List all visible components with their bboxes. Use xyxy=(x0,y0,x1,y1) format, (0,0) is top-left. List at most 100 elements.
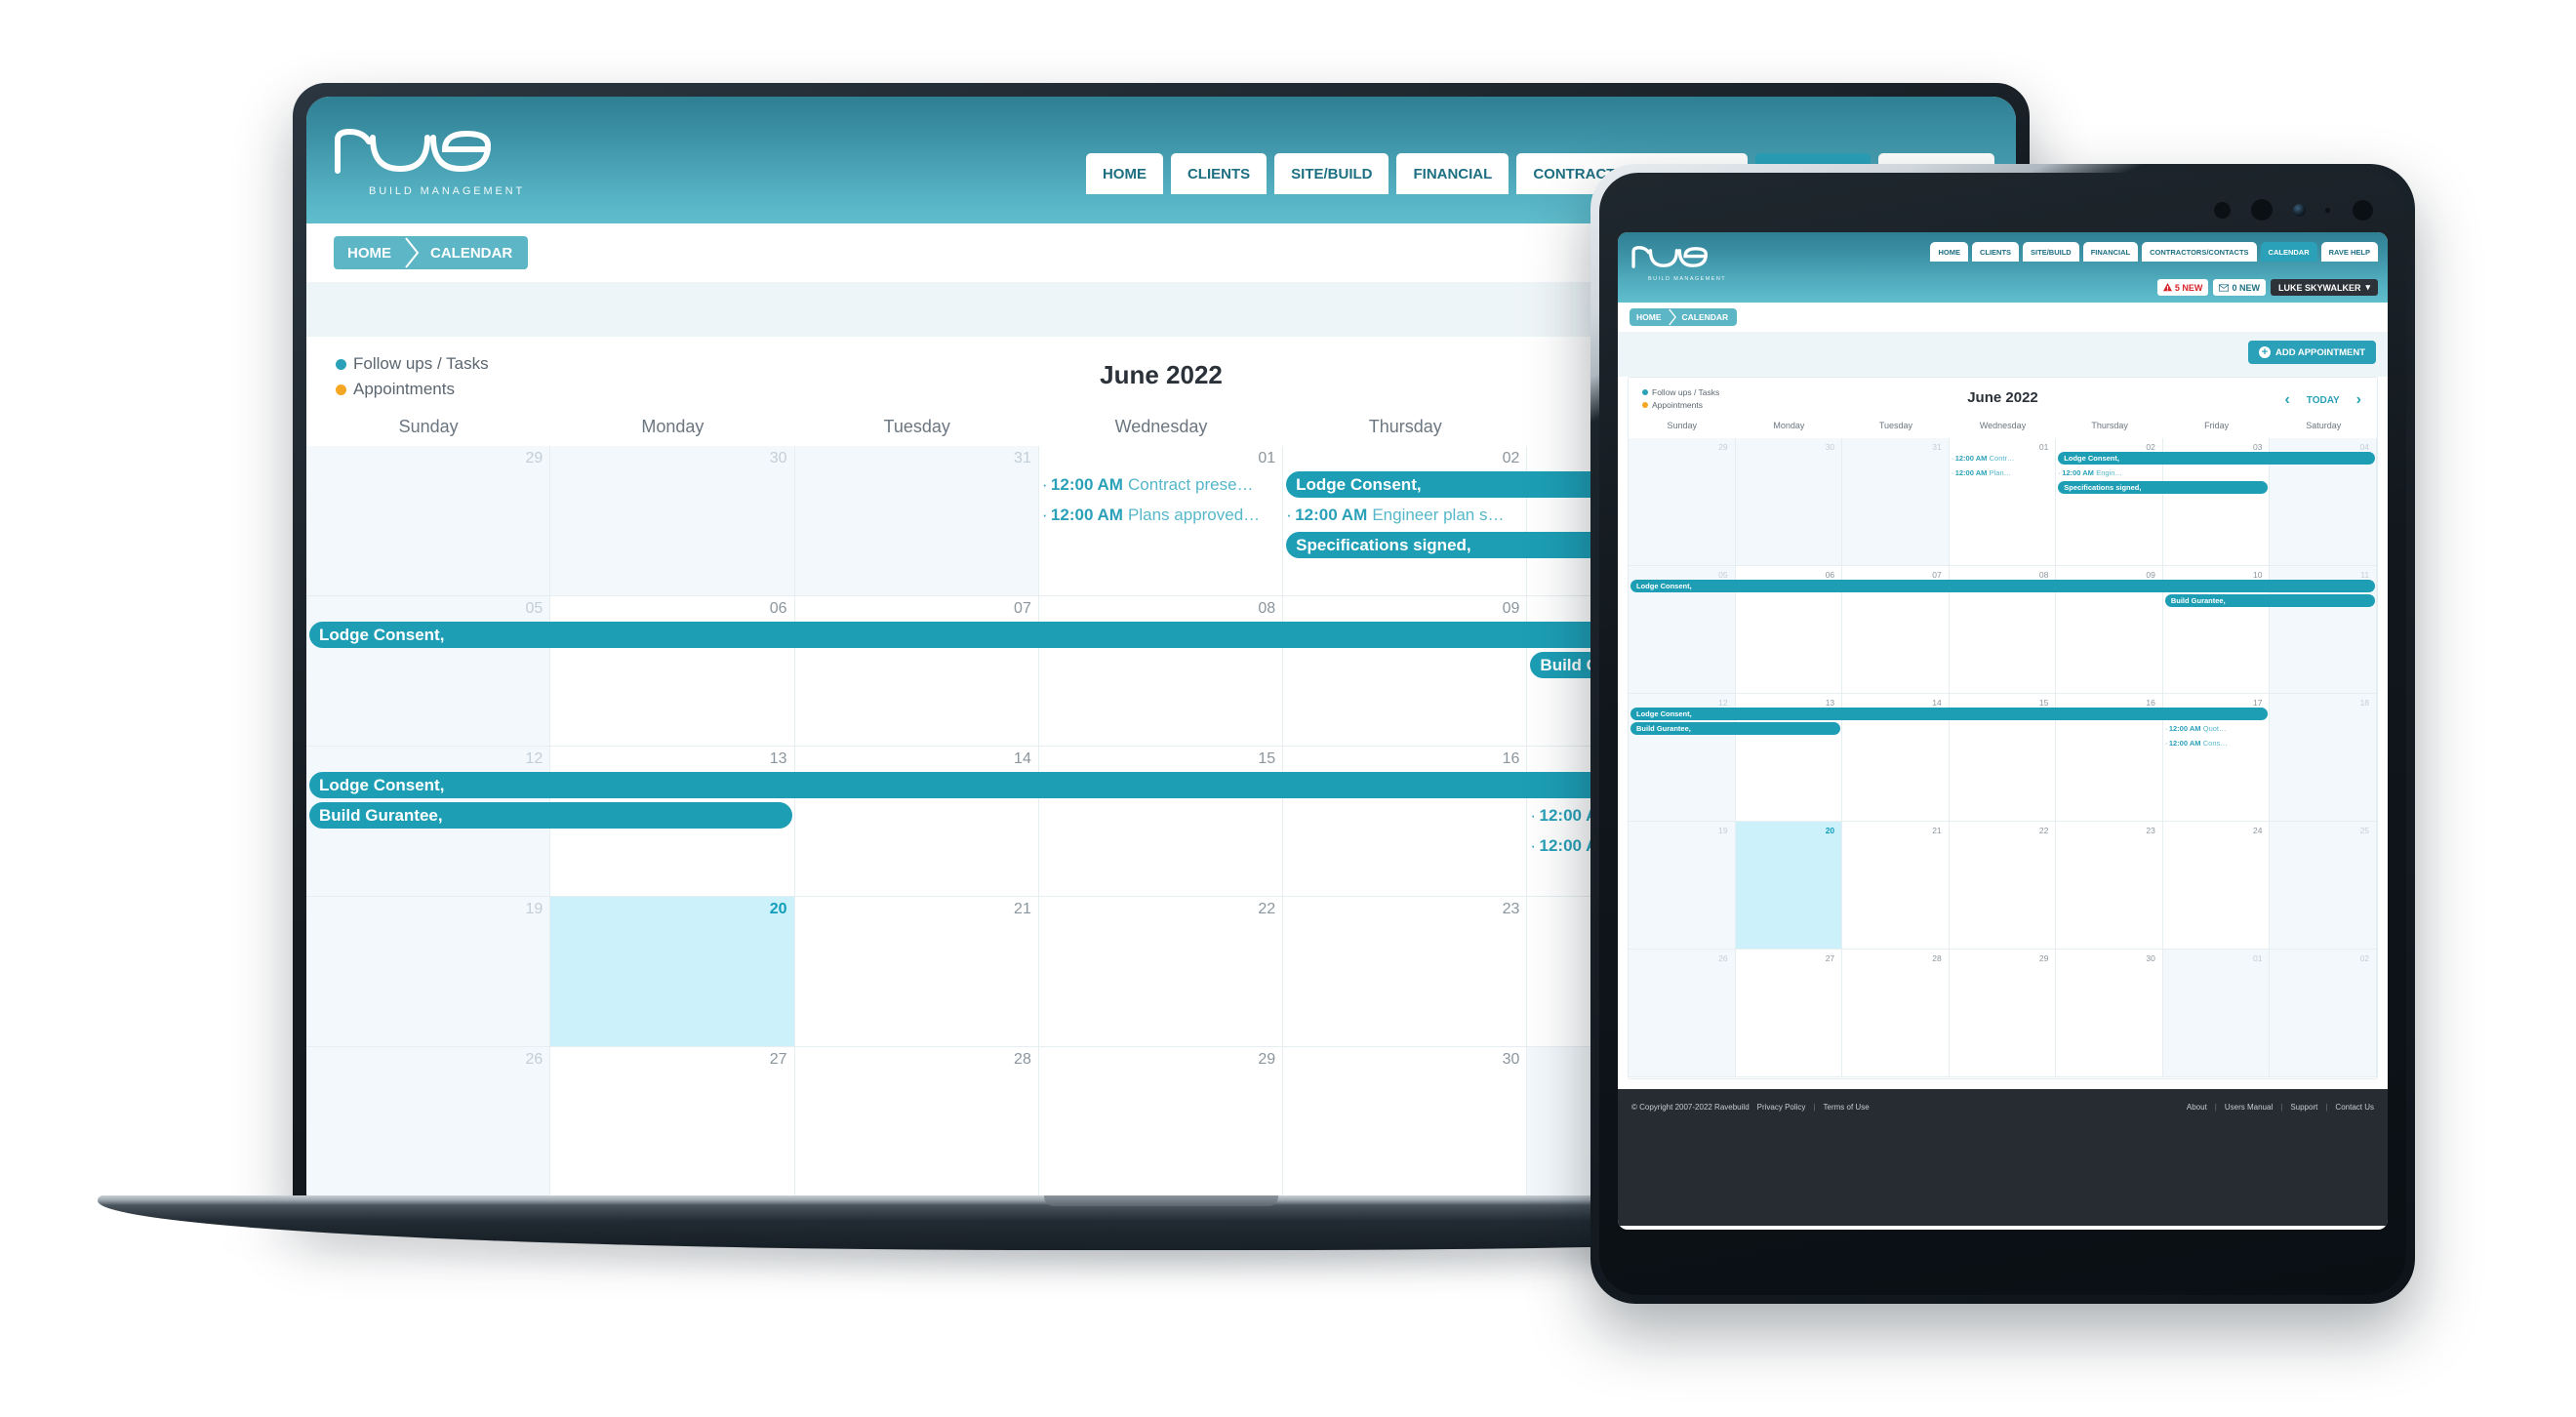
day-number: 28 xyxy=(1932,953,1942,963)
tablet-calendar-card: Follow ups / Tasks Appointments June 202… xyxy=(1628,377,2378,1079)
calendar-event-title: Engin… xyxy=(2096,468,2122,477)
nav-item-calendar[interactable]: CALENDAR xyxy=(2260,242,2317,262)
footer-right: About | Users Manual | Support | Contact… xyxy=(2187,1103,2374,1112)
nav-item-financial[interactable]: FINANCIAL xyxy=(1396,153,1509,194)
day-number: 29 xyxy=(2038,953,2049,963)
nav-item-rave-help[interactable]: RAVE HELP xyxy=(2320,242,2378,262)
calendar-event-bar[interactable]: Lodge Consent, xyxy=(309,772,1769,798)
nav-item-label: SITE/BUILD xyxy=(2031,247,2072,257)
breadcrumb-tablet[interactable]: HOME CALENDAR xyxy=(1630,308,1738,326)
calendar-event-layer xyxy=(1629,835,2377,950)
plus-circle-icon: + xyxy=(2258,346,2271,358)
calendar-event-text[interactable]: · 12:00 AM Contr… xyxy=(1952,452,2055,465)
day-number: 19 xyxy=(525,901,543,917)
day-number: 24 xyxy=(2253,826,2263,835)
calendar-event-time: 12:00 AM xyxy=(1295,505,1368,524)
prev-month-button[interactable]: ‹ xyxy=(2284,391,2289,409)
day-number: 05 xyxy=(525,600,543,617)
day-number: 01 xyxy=(1258,450,1276,466)
brand-logo-tablet[interactable]: BUILD MANAGEMENT xyxy=(1630,244,1726,282)
breadcrumb-home[interactable]: HOME xyxy=(334,245,405,262)
calendar-event-label: Specifications signed, xyxy=(2064,483,2142,492)
footer-link-support[interactable]: Support xyxy=(2290,1103,2317,1112)
calendar-event-label: Lodge Consent, xyxy=(1636,582,1692,590)
day-number: 09 xyxy=(2146,570,2155,580)
day-number: 20 xyxy=(1825,826,1835,835)
calendar-event-layer: Lodge Consent, Specifications signed, · 12… xyxy=(1629,452,2377,566)
breadcrumb-chevron-icon xyxy=(405,237,420,268)
nav-item-financial[interactable]: FINANCIAL xyxy=(2082,242,2139,262)
calendar-event-title: Plans approved… xyxy=(1128,505,1261,524)
today-button[interactable]: TODAY xyxy=(2307,395,2340,406)
day-number: 19 xyxy=(1718,826,1728,835)
tablet-app-header: BUILD MANAGEMENT HOME CLIENTS SITE/BUILD FI… xyxy=(1618,232,2388,303)
calendar-event-bar[interactable]: Lodge Consent, xyxy=(1630,580,2375,592)
messages-badge[interactable]: 0 NEW xyxy=(2213,279,2266,296)
nav-item-contractors-contacts[interactable]: CONTRACTORS/CONTACTS xyxy=(2142,242,2257,262)
sensor-icon xyxy=(2214,202,2231,219)
calendar-event-time: 12:00 AM xyxy=(1954,468,1988,477)
nav-item-label: HOME xyxy=(1102,165,1147,182)
nav-item-home[interactable]: HOME xyxy=(1085,153,1163,194)
main-nav-tablet: HOME CLIENTS SITE/BUILD FINANCIAL CONTRACTOR… xyxy=(1930,242,2378,262)
envelope-icon xyxy=(2219,283,2230,292)
day-number: 14 xyxy=(1932,698,1942,708)
day-number: 02 xyxy=(2359,953,2370,963)
nav-item-label: SITE/BUILD xyxy=(1291,165,1373,182)
calendar-event-title: Plan… xyxy=(1989,468,2012,477)
day-header-wednesday: Wednesday xyxy=(1979,421,2027,430)
calendar-event-layer xyxy=(1629,963,2377,1077)
add-appointment-button[interactable]: + ADD APPOINTMENT xyxy=(2247,341,2376,364)
day-number: 13 xyxy=(1825,698,1835,708)
footer-link-terms[interactable]: Terms of Use xyxy=(1824,1103,1870,1112)
footer-link-about[interactable]: About xyxy=(2187,1103,2207,1112)
day-number: 16 xyxy=(1502,750,1520,767)
calendar-event-text[interactable]: · 12:00 AM Engineer plan s… xyxy=(1286,502,1524,528)
day-number: 26 xyxy=(1718,953,1728,963)
calendar-event-bar[interactable]: Build Gurantee, xyxy=(1630,722,1841,735)
tablet-toolbar-band: + ADD APPOINTMENT xyxy=(1618,332,2388,377)
day-number: 08 xyxy=(2038,570,2049,580)
calendar-event-bar[interactable]: Build Gurantee, xyxy=(309,802,792,829)
nav-item-clients[interactable]: CLIENTS xyxy=(1971,242,2020,262)
calendar-event-text[interactable]: · 12:00 AM Plan… xyxy=(1952,466,2055,479)
day-number: 20 xyxy=(769,901,787,917)
nav-item-site-build[interactable]: SITE/BUILD xyxy=(2023,242,2079,262)
day-number: 31 xyxy=(1014,450,1031,466)
calendar-event-text[interactable]: · 12:00 AM Cons… xyxy=(2165,737,2269,749)
calendar-event-text[interactable]: · 12:00 AM Plans approved… xyxy=(1042,502,1280,528)
calendar-event-bar[interactable]: Lodge Consent, xyxy=(1630,708,2269,720)
brand-logo[interactable]: BUILD MANAGEMENT xyxy=(330,124,525,197)
footer-link-privacy[interactable]: Privacy Policy xyxy=(1757,1103,1806,1112)
nav-item-clients[interactable]: CLIENTS xyxy=(1170,153,1268,194)
calendar-event-label: Build Gurantee, xyxy=(2170,596,2226,605)
day-header-thursday: Thursday xyxy=(2091,421,2128,430)
day-number: 18 xyxy=(2359,698,2370,708)
breadcrumb[interactable]: HOME CALENDAR xyxy=(334,236,529,269)
day-number: 29 xyxy=(1258,1051,1276,1068)
alerts-badge[interactable]: 5 NEW xyxy=(2156,279,2209,296)
user-menu[interactable]: LUKE SKYWALKER ▾ xyxy=(2270,279,2378,296)
brand-tagline-tablet: BUILD MANAGEMENT xyxy=(1648,276,1727,282)
calendar-event-label: Lodge Consent, xyxy=(319,775,445,794)
calendar-event-bar[interactable]: Specifications signed, xyxy=(2058,481,2269,494)
calendar-event-text[interactable]: · 12:00 AM Engin… xyxy=(2058,466,2161,479)
footer-link-contact[interactable]: Contact Us xyxy=(2335,1103,2374,1112)
day-number: 30 xyxy=(1825,442,1835,452)
breadcrumb-home[interactable]: HOME xyxy=(1630,312,1669,322)
calendar-event-bar[interactable]: Lodge Consent, xyxy=(2058,452,2375,465)
footer-link-users-manual[interactable]: Users Manual xyxy=(2225,1103,2273,1112)
calendar-event-label: Lodge Consent, xyxy=(1636,709,1692,718)
calendar-week-row: 26 27 28 29 30 01 02 xyxy=(1629,950,2378,1077)
calendar-event-text[interactable]: · 12:00 AM Quot… xyxy=(2165,722,2269,735)
footer-divider: | xyxy=(2214,1103,2217,1112)
nav-item-site-build[interactable]: SITE/BUILD xyxy=(1274,153,1389,194)
nav-item-label: CONTRACTORS/CONTACTS xyxy=(2150,247,2249,257)
calendar-event-bar[interactable]: Build Gurantee, xyxy=(2164,594,2375,607)
nav-item-home[interactable]: HOME xyxy=(1930,242,1968,262)
calendar-event-text[interactable]: · 12:00 AM Contract prese… xyxy=(1042,471,1280,498)
calendar-nav: ‹ TODAY › xyxy=(2284,391,2361,409)
calendar-event-title: Contr… xyxy=(1989,454,2015,463)
next-month-button[interactable]: › xyxy=(2356,391,2361,409)
day-header-monday: Monday xyxy=(1773,421,1805,430)
